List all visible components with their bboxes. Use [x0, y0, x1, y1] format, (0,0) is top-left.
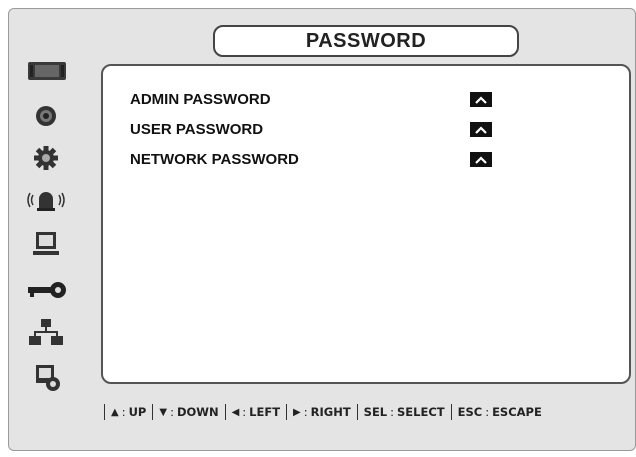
settings-panel: [101, 64, 631, 384]
separator: [450, 404, 452, 420]
caret-up-icon[interactable]: [470, 92, 492, 107]
triangle-left-icon: ◀: [231, 406, 240, 418]
separator: [356, 404, 358, 420]
admin-password-label: ADMIN PASSWORD: [130, 91, 271, 108]
hint-esc-key: ESC: [457, 405, 483, 419]
admin-password-row[interactable]: ADMIN PASSWORD: [130, 89, 510, 111]
hint-up: UP: [128, 405, 147, 419]
sidebar-item-display[interactable]: [22, 58, 70, 86]
alarm-siren-icon: [27, 192, 65, 211]
separator: [152, 404, 154, 420]
key-icon: [28, 282, 66, 298]
network-icon: [29, 319, 63, 345]
separator: [224, 404, 226, 420]
monitor-display-icon: [28, 62, 66, 80]
sidebar-item-alarm[interactable]: [22, 186, 70, 214]
separator: [104, 404, 105, 420]
triangle-right-icon: ▶: [293, 406, 301, 418]
triangle-down-icon: ▼: [159, 406, 168, 418]
sidebar-item-network[interactable]: [22, 318, 70, 346]
disc-record-icon: [36, 106, 56, 126]
gear-icon: [34, 146, 58, 170]
user-password-label: USER PASSWORD: [130, 121, 264, 138]
caret-up-icon[interactable]: [470, 152, 492, 167]
separator: [286, 404, 288, 420]
hint-select: SELECT: [397, 405, 445, 419]
sidebar-item-password[interactable]: [22, 276, 70, 304]
computer-terminal-icon: [33, 232, 59, 255]
sidebar-item-system[interactable]: [22, 364, 70, 392]
hint-sel-key: SEL: [363, 405, 388, 419]
network-password-label: NETWORK PASSWORD: [130, 151, 299, 168]
hint-escape: ESCAPE: [492, 405, 542, 419]
caret-up-icon[interactable]: [470, 122, 492, 137]
network-password-row[interactable]: NETWORK PASSWORD: [130, 149, 510, 171]
sidebar-item-settings[interactable]: [22, 144, 70, 172]
hint-left: LEFT: [249, 405, 281, 419]
system-info-icon: [36, 365, 60, 391]
user-password-row[interactable]: USER PASSWORD: [130, 119, 510, 141]
hint-down: DOWN: [176, 405, 219, 419]
triangle-up-icon: ▲: [111, 406, 119, 418]
key-hint-bar: ▲ : UP ▼ : DOWN ◀ : LEFT ▶ : RIGHT SEL :…: [98, 402, 632, 422]
hint-right: RIGHT: [310, 405, 351, 419]
sidebar-item-record[interactable]: [22, 102, 70, 130]
page-title: PASSWORD: [213, 25, 519, 57]
sidebar-item-terminal[interactable]: [22, 230, 70, 258]
